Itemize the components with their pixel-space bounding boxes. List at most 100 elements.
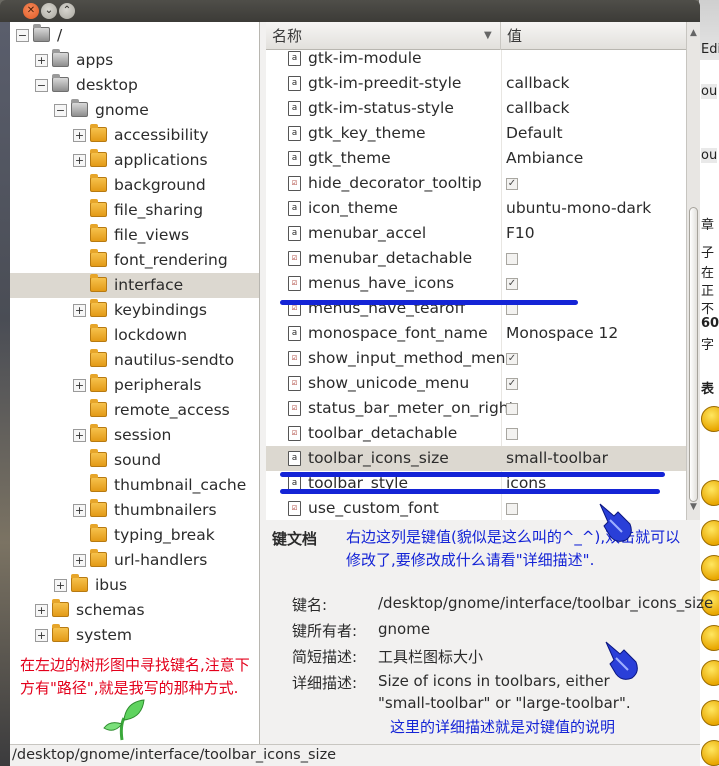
scroll-up-icon[interactable]: ▲ (690, 28, 697, 38)
tree-item[interactable]: + thumbnailers (10, 498, 259, 523)
tree-item-label: thumbnail_cache (114, 476, 247, 494)
tree-item[interactable]: lockdown (10, 323, 259, 348)
key-value[interactable]: Ambiance (506, 146, 583, 171)
expand-icon[interactable]: + (35, 604, 48, 617)
maximize-button[interactable]: ⌃ (59, 3, 75, 19)
key-row[interactable]: ☑ show_input_method_menu ✓ (266, 346, 686, 371)
value-checkbox[interactable] (506, 253, 518, 265)
tree-item[interactable]: remote_access (10, 398, 259, 423)
tree-item[interactable]: sound (10, 448, 259, 473)
key-row[interactable]: a gtk_key_theme Default (266, 121, 686, 146)
value-checkbox[interactable] (506, 403, 518, 415)
key-tree[interactable]: − / + apps − desktop − gnome + accessibility + appl… (10, 22, 260, 744)
key-row[interactable]: ☑ menus_have_icons ✓ (266, 271, 686, 296)
tree-item[interactable]: + apps (10, 48, 259, 73)
tree-item[interactable]: background (10, 173, 259, 198)
collapse-icon[interactable]: − (16, 29, 29, 42)
key-row[interactable]: ☑ status_bar_meter_on_right (266, 396, 686, 421)
key-value[interactable]: Monospace 12 (506, 321, 618, 346)
key-row[interactable]: a icon_theme ubuntu-mono-dark (266, 196, 686, 221)
key-list-scrollbar[interactable]: ▲ ▼ (686, 22, 700, 520)
expand-icon[interactable]: + (35, 629, 48, 642)
tree-item[interactable]: + ibus (10, 573, 259, 598)
tree-item[interactable]: + keybindings (10, 298, 259, 323)
key-name: show_input_method_menu (308, 349, 516, 367)
key-value[interactable]: callback (506, 71, 569, 96)
string-key-icon: a (288, 126, 301, 141)
folder-icon (90, 499, 107, 517)
tree-item[interactable]: nautilus-sendto (10, 348, 259, 373)
tree-item-label: desktop (76, 76, 138, 94)
key-value[interactable]: Default (506, 121, 563, 146)
expand-icon[interactable]: + (73, 379, 86, 392)
tree-item[interactable]: typing_break (10, 523, 259, 548)
tree-item[interactable]: + peripherals (10, 373, 259, 398)
tree-item[interactable]: thumbnail_cache (10, 473, 259, 498)
folder-icon (52, 74, 69, 92)
scroll-down-icon[interactable]: ▼ (690, 502, 697, 512)
tree-item[interactable]: + accessibility (10, 123, 259, 148)
value-checkbox[interactable]: ✓ (506, 353, 518, 365)
tree-item[interactable]: − gnome (10, 98, 259, 123)
tree-item-label: schemas (76, 601, 145, 619)
key-row[interactable]: a menubar_accel F10 (266, 221, 686, 246)
scrollbar-thumb[interactable] (689, 207, 698, 502)
key-row[interactable]: ☑ toolbar_detachable (266, 421, 686, 446)
tree-item-label: system (76, 626, 133, 644)
doc-title: 键文档 (272, 530, 318, 548)
tree-item[interactable]: file_views (10, 223, 259, 248)
tree-item[interactable]: font_rendering (10, 248, 259, 273)
expand-icon[interactable]: + (73, 154, 86, 167)
collapse-icon[interactable]: − (54, 104, 67, 117)
tree-item[interactable]: + session (10, 423, 259, 448)
key-row[interactable]: ☑ show_unicode_menu ✓ (266, 371, 686, 396)
tree-item[interactable]: − / (10, 23, 259, 48)
minimize-button[interactable]: ⌄ (41, 3, 57, 19)
pointing-hand-icon (599, 503, 632, 542)
key-value[interactable]: F10 (506, 221, 535, 246)
key-value[interactable]: ubuntu-mono-dark (506, 196, 651, 221)
key-value[interactable]: small-toolbar (506, 446, 608, 471)
tree-item[interactable]: interface (10, 273, 259, 298)
value-checkbox[interactable]: ✓ (506, 178, 518, 190)
key-row[interactable]: a toolbar_icons_size small-toolbar (266, 446, 686, 471)
key-name: show_unicode_menu (308, 374, 470, 392)
string-key-icon: a (288, 151, 301, 166)
collapse-icon[interactable]: − (35, 79, 48, 92)
folder-icon (33, 24, 50, 42)
key-row[interactable]: ☑ menubar_detachable (266, 246, 686, 271)
tree-item[interactable]: file_sharing (10, 198, 259, 223)
tree-item[interactable]: + url-handlers (10, 548, 259, 573)
tree-item[interactable]: + system (10, 623, 259, 648)
desktop-fragment: 60 (701, 316, 719, 331)
key-row[interactable]: a gtk-im-preedit-style callback (266, 71, 686, 96)
tree-item[interactable]: + applications (10, 148, 259, 173)
title-bar[interactable]: ✕ ⌄ ⌃ (0, 0, 700, 22)
tree-item[interactable]: − desktop (10, 73, 259, 98)
expand-icon[interactable]: + (54, 579, 67, 592)
expand-icon[interactable]: + (73, 504, 86, 517)
expand-icon[interactable]: + (73, 554, 86, 567)
key-row[interactable]: a monospace_font_name Monospace 12 (266, 321, 686, 346)
value-checkbox[interactable] (506, 428, 518, 440)
key-name: use_custom_font (308, 499, 439, 517)
key-row[interactable]: ☑ hide_decorator_tooltip ✓ (266, 171, 686, 196)
key-row[interactable]: a gtk-im-status-style callback (266, 96, 686, 121)
expand-icon[interactable]: + (73, 129, 86, 142)
value-checkbox[interactable]: ✓ (506, 278, 518, 290)
desktop-fragment: 子 (701, 246, 715, 261)
close-button[interactable]: ✕ (23, 3, 39, 19)
tree-item-label: sound (114, 451, 162, 469)
expand-icon[interactable]: + (35, 54, 48, 67)
key-row[interactable]: a gtk_theme Ambiance (266, 146, 686, 171)
value-checkbox[interactable] (506, 503, 518, 515)
tree-item[interactable]: + schemas (10, 598, 259, 623)
folder-icon (90, 349, 107, 367)
key-value[interactable]: callback (506, 96, 569, 121)
expand-icon[interactable]: + (73, 304, 86, 317)
folder-icon (90, 474, 107, 492)
key-row[interactable]: a gtk-im-module (266, 46, 686, 71)
expand-icon[interactable]: + (73, 429, 86, 442)
value-checkbox[interactable]: ✓ (506, 378, 518, 390)
key-list[interactable]: 名称 ▼ 值 a gtk-im-module a gtk-im-preedit-sty… (266, 22, 686, 520)
